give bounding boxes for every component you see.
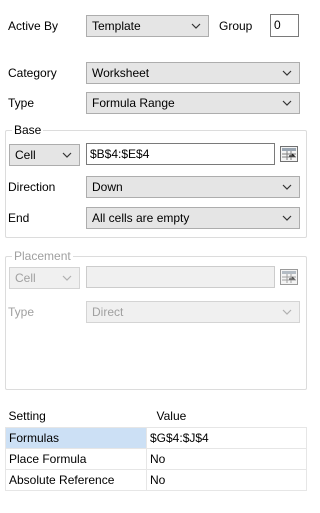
placement-type-label: Type (8, 305, 35, 319)
active-by-value: Template (92, 19, 141, 33)
direction-value: Down (92, 180, 123, 194)
chevron-down-icon (282, 309, 292, 315)
setting-cell[interactable]: Place Formula (5, 447, 147, 470)
placement-mode-dropdown[interactable]: Cell (9, 267, 80, 289)
category-dropdown[interactable]: Worksheet (86, 62, 300, 84)
active-by-dropdown[interactable]: Template (86, 15, 209, 37)
type-dropdown[interactable]: Formula Range (86, 92, 300, 114)
setting-cell[interactable]: Absolute Reference (5, 468, 147, 491)
value-column-header[interactable]: Value (146, 406, 307, 428)
table-row[interactable]: Place Formula No (5, 447, 307, 470)
end-value: All cells are empty (92, 211, 190, 225)
type-value: Formula Range (92, 96, 175, 110)
settings-grid: Setting Value Formulas $G$4:$J$4 Place F… (5, 406, 307, 491)
active-by-label: Active By (8, 19, 59, 33)
type-label: Type (8, 96, 35, 110)
group-label: Group (219, 19, 253, 33)
setting-cell[interactable]: Formulas (5, 426, 147, 449)
range-select-icon[interactable] (279, 268, 299, 286)
value-cell[interactable]: No (146, 468, 307, 491)
chevron-down-icon (282, 215, 292, 221)
setting-column-header[interactable]: Setting (5, 406, 147, 428)
placement-group-title: Placement (12, 249, 73, 263)
placement-mode-value: Cell (15, 271, 36, 285)
value-cell[interactable]: No (146, 447, 307, 470)
range-select-icon[interactable] (279, 145, 299, 163)
chevron-down-icon (282, 70, 292, 76)
value-cell[interactable]: $G$4:$J$4 (146, 426, 307, 449)
placement-type-dropdown[interactable]: Direct (86, 301, 300, 323)
end-dropdown[interactable]: All cells are empty (86, 207, 300, 229)
chevron-down-icon (62, 152, 72, 158)
end-label: End (8, 211, 30, 225)
placement-type-value: Direct (92, 305, 124, 319)
chevron-down-icon (62, 275, 72, 281)
table-row[interactable]: Formulas $G$4:$J$4 (5, 426, 307, 449)
placement-address-input[interactable] (86, 266, 275, 288)
table-row[interactable]: Absolute Reference No (5, 468, 307, 491)
base-group-title: Base (12, 123, 44, 137)
base-address-input[interactable]: $B$4:$E$4 (86, 143, 275, 165)
chevron-down-icon (282, 100, 292, 106)
chevron-down-icon (191, 23, 201, 29)
group-input[interactable]: 0 (270, 14, 299, 37)
base-mode-value: Cell (15, 148, 36, 162)
category-value: Worksheet (92, 66, 150, 80)
direction-dropdown[interactable]: Down (86, 176, 300, 198)
chevron-down-icon (282, 184, 292, 190)
category-label: Category (8, 66, 57, 80)
direction-label: Direction (8, 180, 56, 194)
base-mode-dropdown[interactable]: Cell (9, 144, 80, 166)
